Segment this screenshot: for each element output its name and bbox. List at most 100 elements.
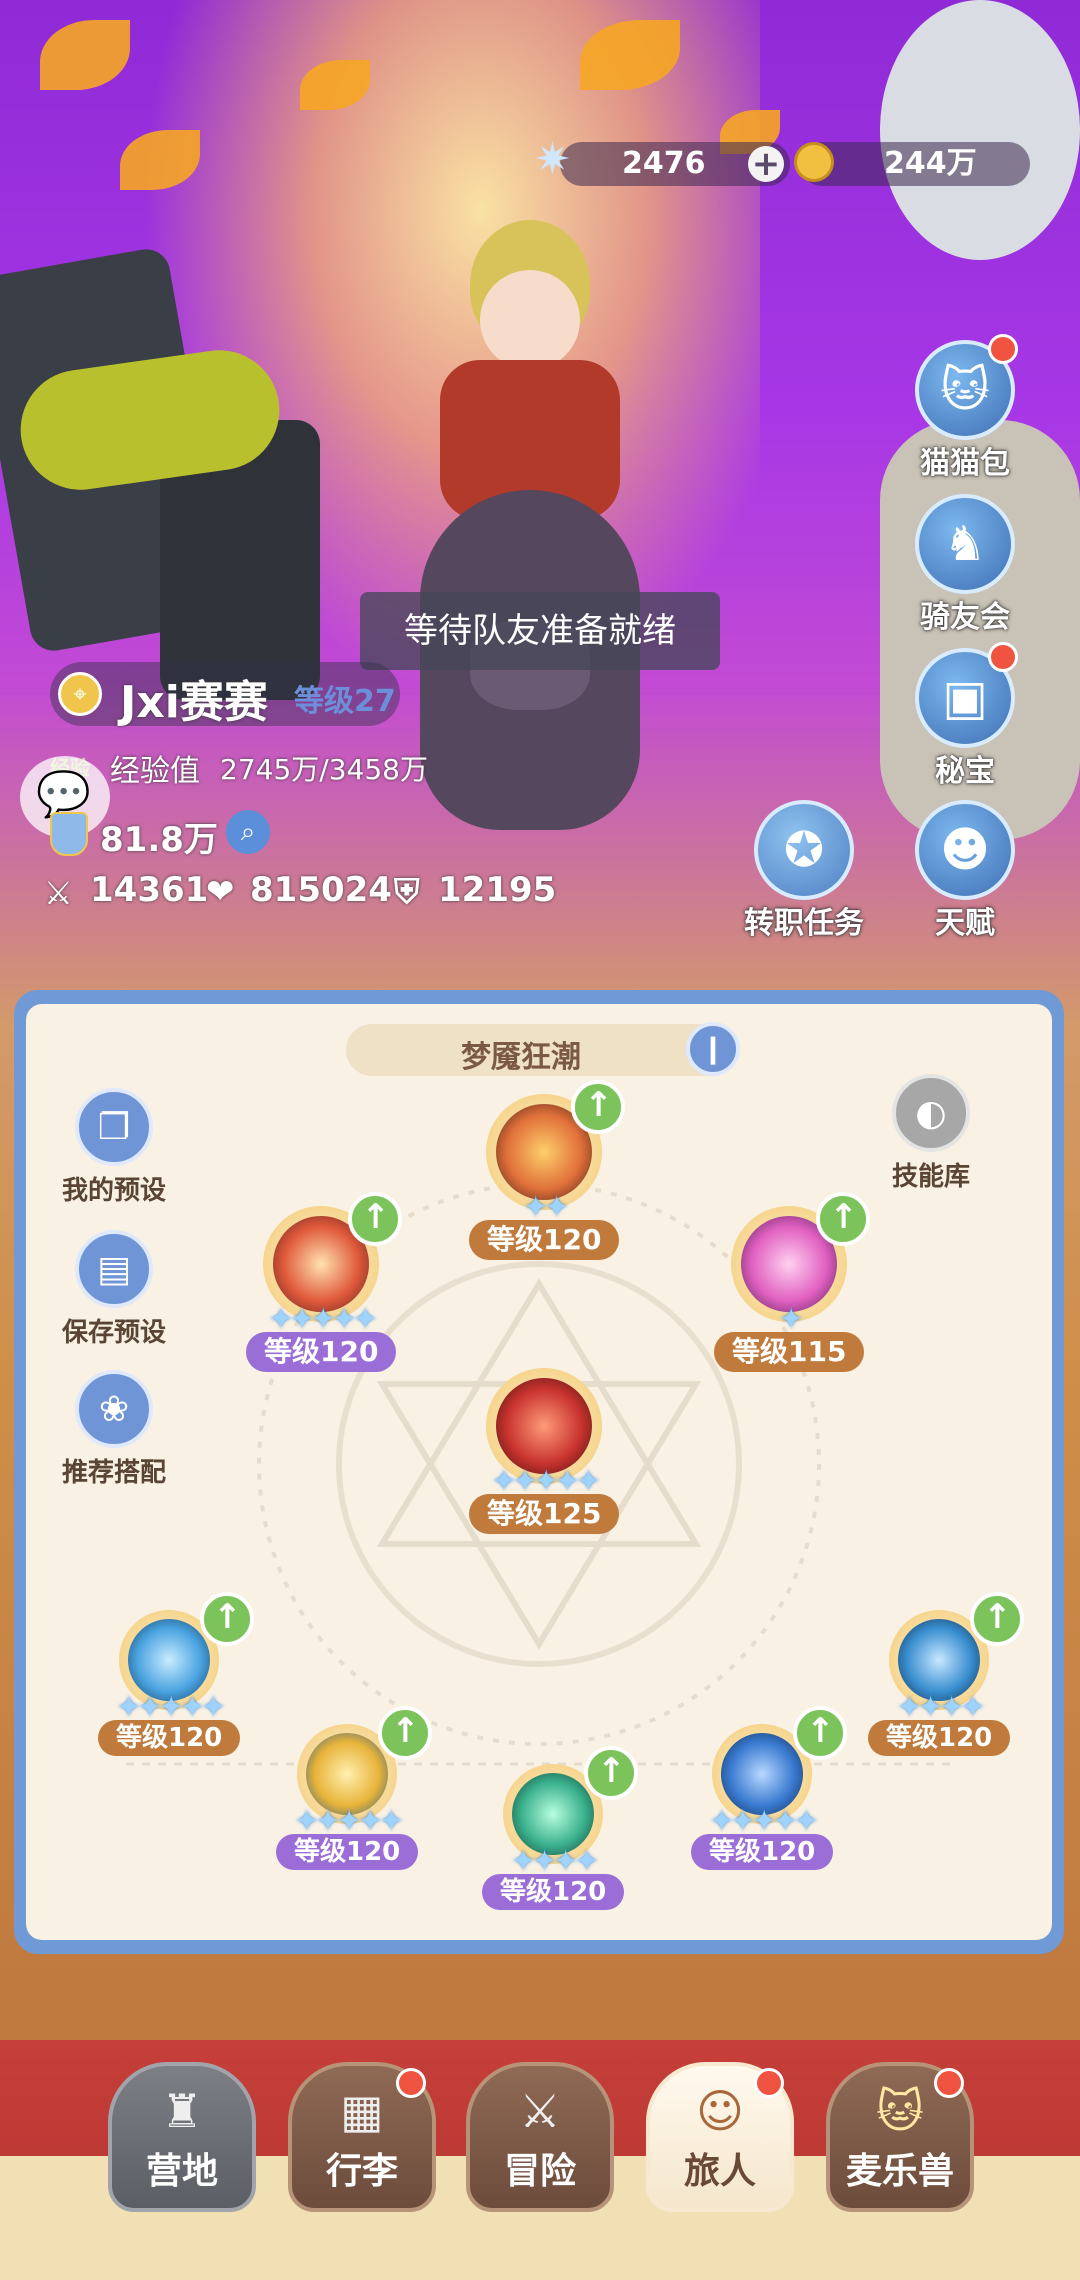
chest-icon: ▦ (340, 2084, 384, 2138)
power-row: 81.8万 ⌕ (44, 808, 304, 860)
skill-stars: ✦✦ (523, 1190, 569, 1225)
skill-level: 等级120 (868, 1720, 1011, 1756)
skill-level: 等级120 (98, 1720, 241, 1756)
side-button-label: 天赋 (935, 906, 995, 941)
tab-label: 行李 (325, 2151, 398, 2192)
notification-dot (396, 2068, 426, 2098)
notification-dot (934, 2068, 964, 2098)
side-button-riders-club[interactable]: ♞ 骑友会 (910, 494, 1020, 636)
skill-slot-bottom-4[interactable]: ↑ ✦✦✦✦✦ 等级120 (691, 1706, 848, 1870)
crossed-swords-icon: ⚔ (519, 2084, 561, 2138)
skill-level: 等级120 (469, 1220, 620, 1260)
power-search-button[interactable]: ⌕ (226, 810, 270, 854)
skill-icon (128, 1619, 211, 1701)
add-gems-button[interactable]: + (748, 146, 784, 182)
skill-level: 等级120 (482, 1874, 625, 1910)
stats-row: ⚔ 14361 ❤ 815024 ⛨ 12195 (44, 870, 564, 918)
skill-slot-bottom-3[interactable]: ↑ ✦✦✦✦ 等级120 (482, 1746, 639, 1910)
side-button-label: 骑友会 (920, 600, 1010, 635)
side-button-label: 猫猫包 (920, 446, 1010, 481)
tab-traveler[interactable]: ☺ 旅人 (646, 2062, 794, 2212)
upgrade-arrow-icon: ↑ (970, 1592, 1025, 1646)
talent-head-icon: ☻ (915, 800, 1015, 900)
exp-value: 2745万/3458万 (220, 753, 428, 786)
power-value: 81.8万 (100, 820, 218, 860)
white-cat-creature (880, 0, 1080, 260)
player-name: Jxi赛赛 (120, 677, 268, 728)
notification-dot (988, 642, 1018, 672)
skill-icon (721, 1733, 804, 1815)
skill-icon (898, 1619, 981, 1701)
gem-counter: ✷ 2476 + (534, 138, 790, 186)
skill-icon (306, 1733, 389, 1815)
horse-icon: ♞ (915, 494, 1015, 594)
save-icon: ▤ (75, 1230, 153, 1308)
skill-stars: ✦✦✦✦✦ (709, 1804, 819, 1839)
side-button-cat-bag[interactable]: 🐱 猫猫包 (910, 334, 1020, 482)
skill-slot-bottom-2[interactable]: ↑ ✦✦✦✦✦ 等级120 (276, 1706, 433, 1870)
power-shield-icon (50, 812, 88, 856)
skill-stars: ✦✦✦✦✦ (268, 1302, 378, 1337)
skill-panel: 梦魇狂潮 ❙ ❐ 我的预设 ▤ 保存预设 ❀ 推荐搭配 ◐ 技能库 ↑ ✦✦ 等… (14, 990, 1064, 1954)
info-book-button[interactable]: ❙ (686, 1022, 740, 1076)
skill-stars: ✦✦✦✦ (510, 1844, 600, 1879)
my-presets-button[interactable]: ❐ 我的预设 (62, 1088, 166, 1207)
skill-slot-left[interactable]: ↑ ✦✦✦✦✦ 等级120 (246, 1192, 403, 1372)
skill-stars: ✦✦✦✦✦ (116, 1690, 226, 1725)
side-button-treasure[interactable]: ▣ 秘宝 (910, 642, 1020, 790)
tab-luggage[interactable]: ▦ 行李 (288, 2062, 436, 2212)
status-toast: 等待队友准备就绪 (360, 592, 720, 670)
job-quest-button[interactable]: ✪ 转职任务 (744, 800, 864, 942)
player-level: 等级27 (294, 684, 396, 719)
save-preset-button[interactable]: ▤ 保存预设 (62, 1230, 166, 1349)
castle-icon: ♜ (161, 2084, 203, 2138)
attack-value: 14361 (90, 870, 209, 910)
side-button-talent[interactable]: ☻ 天赋 (910, 800, 1020, 942)
upgrade-arrow-icon: ↑ (200, 1592, 255, 1646)
tab-adventure[interactable]: ⚔ 冒险 (466, 2062, 614, 2212)
panel-title: 梦魇狂潮 (461, 1040, 581, 1075)
skill-stars: ✦ (778, 1302, 804, 1337)
side-button-label: 秘宝 (935, 754, 995, 789)
upgrade-arrow-icon: ↑ (378, 1706, 433, 1760)
skill-level: 等级120 (276, 1834, 419, 1870)
defense-shield-icon: ⛨ (394, 872, 420, 912)
exp-label: 经验值 (110, 754, 200, 789)
gold-counter: 244万 (794, 142, 1030, 186)
tab-label: 营地 (145, 2151, 218, 2192)
upgrade-arrow-icon: ↑ (793, 1706, 848, 1760)
recommended-build-button[interactable]: ❀ 推荐搭配 (62, 1370, 166, 1489)
skill-library-icon: ◐ (892, 1074, 970, 1152)
skill-slot-top[interactable]: ↑ ✦✦ 等级120 (469, 1080, 626, 1260)
skill-level: 等级120 (246, 1332, 397, 1372)
tab-camp[interactable]: ♜ 营地 (108, 2062, 256, 2212)
tab-pets[interactable]: 🐱 麦乐兽 (826, 2062, 974, 2212)
compass-icon: ⌖ (58, 672, 102, 716)
defense-value: 12195 (438, 870, 557, 910)
skill-slot-center[interactable]: ✦✦✦✦✦ 等级125 (469, 1368, 620, 1534)
skill-slot-bottom-1[interactable]: ↑ ✦✦✦✦✦ 等级120 (98, 1592, 255, 1756)
panel-title-bar: 梦魇狂潮 ❙ (346, 1022, 740, 1076)
hero-character (400, 200, 660, 920)
notification-dot (988, 334, 1018, 364)
hp-heart-icon: ❤ (206, 872, 235, 912)
gold-coin-icon (794, 142, 834, 182)
upgrade-arrow-icon: ↑ (571, 1080, 626, 1134)
tab-label: 旅人 (683, 2151, 756, 2192)
save-preset-label: 保存预设 (62, 1318, 167, 1348)
preset-icon: ❐ (75, 1088, 153, 1166)
skill-library-label: 技能库 (892, 1162, 971, 1192)
tab-label: 麦乐兽 (845, 2151, 954, 2192)
upgrade-arrow-icon: ↑ (816, 1192, 871, 1246)
gem-amount: 2476 (622, 146, 706, 181)
skill-stars: ✦✦✦✦✦ (491, 1464, 601, 1499)
my-presets-label: 我的预设 (62, 1176, 167, 1206)
hp-value: 815024 (250, 870, 392, 910)
skill-icon (512, 1773, 595, 1855)
skill-icon (496, 1378, 593, 1474)
gold-amount: 244万 (884, 146, 977, 181)
skill-slot-right[interactable]: ↑ ✦ 等级115 (714, 1192, 871, 1372)
skill-library-button[interactable]: ◐ 技能库 (892, 1074, 970, 1193)
upgrade-arrow-icon: ↑ (584, 1746, 639, 1800)
skill-slot-bottom-5[interactable]: ↑ ✦✦✦✦ 等级120 (868, 1592, 1025, 1756)
